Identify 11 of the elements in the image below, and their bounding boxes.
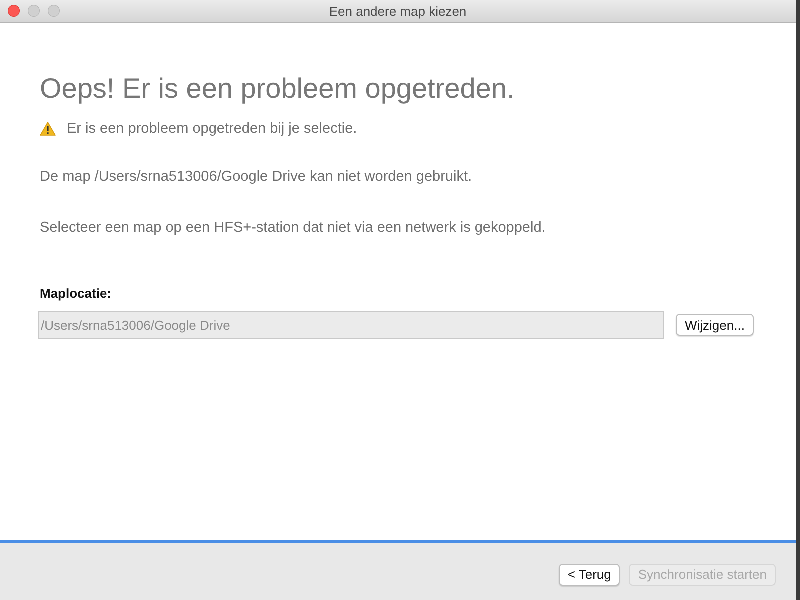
warning-text: Er is een probleem opgetreden bij je selectie. xyxy=(67,121,358,137)
field-label: Maplocatie: xyxy=(40,286,112,301)
zoom-icon[interactable] xyxy=(48,5,60,17)
message-text: Selecteer een map op een HFS+-station dat niet via een netwerk is gekoppeld. xyxy=(40,220,546,236)
message-text: De map /Users/srna513006/Google Drive kan niet worden gebruikt. xyxy=(40,169,472,185)
back-button[interactable]: < Terug xyxy=(558,564,620,586)
minimize-icon[interactable] xyxy=(28,5,40,17)
error-heading: Oeps! Er is een probleem opgetreden. xyxy=(40,73,515,105)
warning-icon xyxy=(40,122,56,136)
close-icon[interactable] xyxy=(8,5,20,17)
window-title: Een andere map kiezen xyxy=(328,4,468,18)
